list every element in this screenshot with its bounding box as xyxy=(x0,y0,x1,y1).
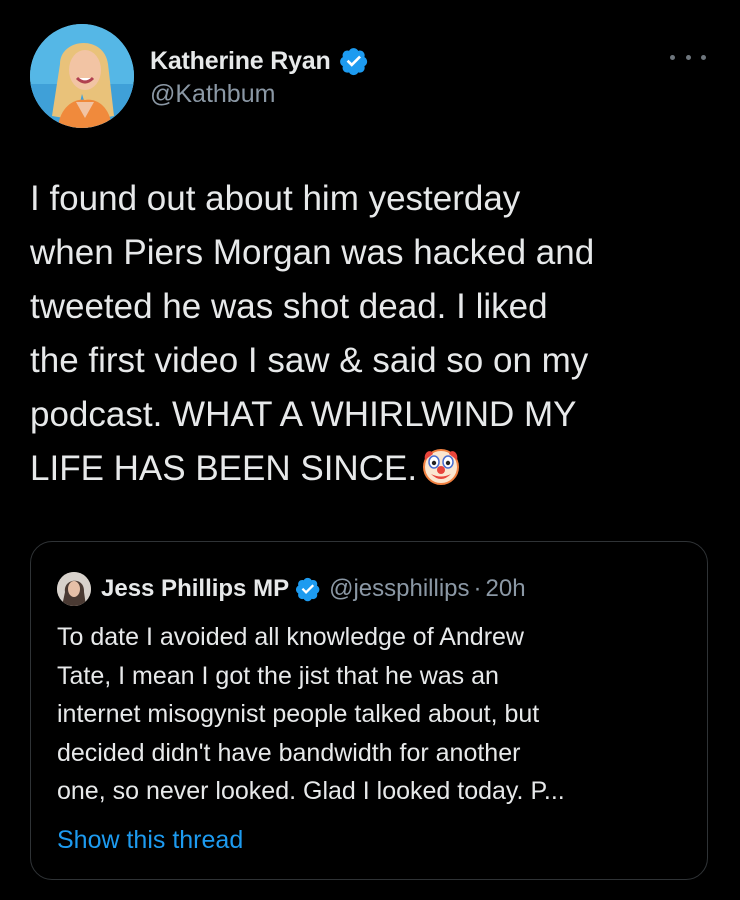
display-name-row: Katherine Ryan xyxy=(150,44,369,78)
tweet-text: I found out about him yesterday when Pie… xyxy=(30,179,595,488)
more-dot xyxy=(701,54,706,60)
avatar-photo-icon xyxy=(30,24,134,128)
more-options-icon[interactable] xyxy=(670,50,706,64)
author-avatar[interactable] xyxy=(30,24,134,128)
quoted-author-handle: @jessphillips xyxy=(329,575,470,602)
verified-badge-icon xyxy=(296,577,320,602)
verified-badge-icon xyxy=(339,48,367,76)
author-handle[interactable]: @Kathbum xyxy=(150,80,369,109)
clown-face-emoji-icon xyxy=(423,449,460,485)
author-names: Katherine Ryan @Kathbum xyxy=(150,44,369,109)
quoted-author-avatar xyxy=(57,572,91,606)
more-dot xyxy=(685,54,691,60)
show-this-thread-link[interactable]: Show this thread xyxy=(57,821,243,859)
quoted-tweet-timestamp: 20h xyxy=(485,575,526,602)
more-dot xyxy=(670,54,675,60)
quoted-tweet-text: To date I avoided all knowledge of Andre… xyxy=(57,623,565,805)
separator-dot: · xyxy=(473,575,482,602)
tweet-header: Katherine Ryan @Kathbum xyxy=(30,24,720,134)
author-display-name[interactable]: Katherine Ryan xyxy=(150,47,331,76)
avatar-photo-icon xyxy=(57,572,91,606)
quoted-author-display-name: Jess Phillips MP xyxy=(101,575,290,602)
tweet-body: I found out about him yesterday when Pie… xyxy=(30,172,720,496)
quoted-tweet-header: Jess Phillips MP @jessphillips · 20h xyxy=(57,572,526,606)
quoted-tweet-card[interactable]: Jess Phillips MP @jessphillips · 20h To … xyxy=(30,541,708,880)
